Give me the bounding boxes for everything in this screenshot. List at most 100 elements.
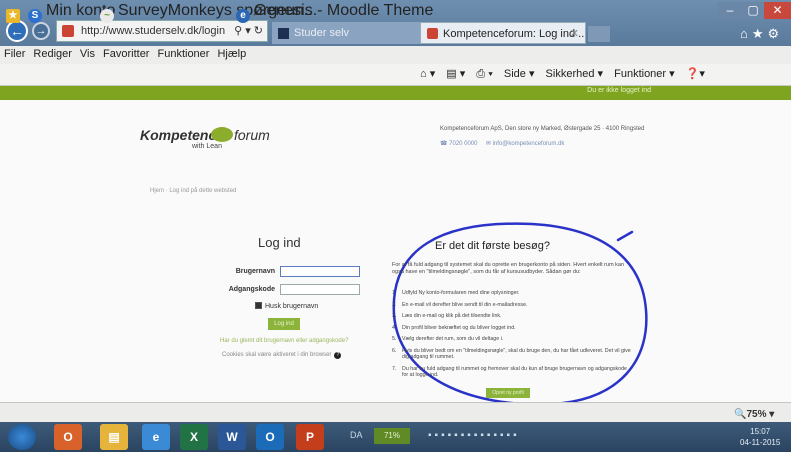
menu-hjaelp[interactable]: Hjælp bbox=[213, 46, 250, 60]
cmd-funktioner[interactable]: Funktioner ▾ bbox=[614, 68, 675, 80]
phone-number: 7020 0000 bbox=[449, 141, 478, 147]
minimize-button[interactable]: – bbox=[718, 2, 742, 19]
step-number: 4. bbox=[392, 324, 397, 331]
zoom-value: 75% bbox=[746, 409, 767, 420]
step-number: 3. bbox=[392, 313, 397, 319]
step-number: 7. bbox=[392, 365, 397, 372]
email-link[interactable]: info@kompetenceforum.dk bbox=[493, 141, 565, 147]
excel-icon[interactable]: X bbox=[180, 424, 208, 450]
menu-rediger[interactable]: Rediger bbox=[29, 46, 76, 60]
first-visit-steps: 1. Udfyld Ny konto-formularen med dine op… bbox=[392, 290, 632, 384]
step-text: Du har nu fuld adgang til rummet og frem… bbox=[402, 365, 627, 379]
home-icon[interactable]: ⌂ ▾ bbox=[420, 68, 435, 80]
list-item: 7. Du har nu fuld adgang til rummet og fr… bbox=[392, 366, 632, 379]
create-account-button[interactable]: Opret ny profil bbox=[486, 388, 530, 398]
step-text: Din profil bliver bekræftet og du bliver… bbox=[402, 324, 516, 331]
outlook-icon[interactable]: O bbox=[256, 424, 284, 450]
internet-explorer-icon[interactable]: e bbox=[142, 424, 170, 450]
clock-date: 04-11-2015 bbox=[740, 438, 781, 447]
start-button-icon[interactable] bbox=[8, 424, 36, 450]
site-favicon-icon bbox=[427, 28, 438, 39]
forgot-password-link[interactable]: Har du glemt dit brugernavn eller adgang… bbox=[220, 338, 348, 344]
cmd-sikkerhed[interactable]: Sikkerhed ▾ bbox=[546, 68, 604, 80]
logo-tagline: with Lean bbox=[192, 143, 222, 150]
surveymonkey-icon: ~ bbox=[100, 9, 114, 23]
first-visit-intro: For at få fuld adgang til systemet skal … bbox=[392, 262, 625, 275]
help-icon[interactable]: ❓▾ bbox=[686, 68, 705, 80]
step-text: Læs din e-mail og klik på det tilsendte … bbox=[402, 313, 502, 319]
search-refresh-icons[interactable]: ⚲ ▾ ↻ bbox=[234, 21, 263, 41]
language-indicator[interactable]: DA bbox=[350, 430, 363, 440]
logo-mark-icon bbox=[211, 127, 233, 142]
step-text: Hvis du bliver bedt om en "tilmeldingsnø… bbox=[402, 347, 631, 361]
ie-page-icon: e bbox=[236, 9, 250, 23]
menu-vis[interactable]: Vis bbox=[76, 46, 99, 60]
tab-label: Studer selv bbox=[294, 27, 350, 39]
password-label: Adgangskode bbox=[228, 286, 275, 293]
home-star-gear-icons[interactable]: ⌂★⚙ bbox=[740, 26, 783, 42]
tab-studer-selv[interactable]: Studer selv bbox=[272, 22, 420, 44]
print-icon[interactable]: ⎙ ▾ bbox=[476, 68, 492, 80]
fav-label: Genesis - Moodle Theme bbox=[254, 2, 434, 19]
site-top-strip: Du er ikke logget ind bbox=[0, 86, 791, 100]
list-item: 5. Vælg derefter det rum, som du vil delt… bbox=[392, 336, 632, 343]
office-icon[interactable]: O bbox=[54, 424, 82, 450]
login-button[interactable]: Log ind bbox=[268, 318, 300, 330]
help-icon[interactable]: ? bbox=[334, 352, 342, 359]
list-item: 4. Din profil bliver bekræftet og du bliv… bbox=[392, 325, 632, 332]
menu-bar: Filer Rediger Vis Favoritter Funktioner Hjælp bbox=[0, 46, 791, 64]
company-address: Kompetenceforum ApS, Den store ny Marked… bbox=[440, 126, 645, 132]
file-explorer-icon[interactable]: ▤ bbox=[100, 424, 128, 450]
username-label: Brugernavn bbox=[235, 268, 275, 275]
list-item: 6. Hvis du bliver bedt om en "tilmeldings… bbox=[392, 348, 632, 361]
remember-checkbox[interactable] bbox=[255, 302, 262, 309]
step-number: 6. bbox=[392, 347, 397, 354]
tab-label: Kompetenceforum: Log ind ... bbox=[443, 28, 586, 40]
cmd-side[interactable]: Side ▾ bbox=[504, 68, 535, 80]
email-icon: ✉ bbox=[485, 141, 491, 147]
taskbar-clock[interactable]: 15:07 04-11-2015 bbox=[740, 426, 780, 448]
zoom-icon: 🔍 bbox=[734, 409, 747, 420]
cookies-notice: Cookies skal være aktiveret i din browse… bbox=[222, 352, 342, 359]
first-visit-title: Er det dit første besøg? bbox=[435, 240, 550, 252]
kompetenceforum-logo[interactable]: Kompetence forum with Lean bbox=[140, 125, 290, 165]
forward-arrow-icon[interactable]: → bbox=[32, 22, 50, 40]
clock-time: 15:07 bbox=[750, 427, 771, 436]
new-tab-button[interactable] bbox=[588, 26, 610, 42]
list-item: 2. En e-mail vil derefter blive sendt til… bbox=[392, 302, 632, 309]
step-number: 1. bbox=[392, 290, 397, 296]
step-number: 2. bbox=[392, 301, 397, 308]
zoom-level[interactable]: 🔍75% ▾ bbox=[734, 409, 774, 420]
list-item: 1. Udfyld Ny konto-formularen med dine op… bbox=[392, 290, 632, 297]
s-icon: S bbox=[28, 9, 42, 23]
step-text: En e-mail vil derefter blive sendt til d… bbox=[402, 301, 528, 308]
word-icon[interactable]: W bbox=[218, 424, 246, 450]
menu-favoritter[interactable]: Favoritter bbox=[99, 46, 153, 60]
cookies-text: Cookies skal være aktiveret i din browse… bbox=[222, 352, 332, 358]
maximize-button[interactable]: ▢ bbox=[742, 2, 764, 19]
step-text: Udfyld Ny konto-formularen med dine oply… bbox=[402, 290, 520, 296]
powerpoint-icon[interactable]: P bbox=[296, 424, 324, 450]
favorites-star-icon[interactable]: ★ bbox=[6, 3, 24, 23]
close-tab-icon[interactable]: ✕ bbox=[570, 23, 579, 43]
contact-info: Kompetenceforum ApS, Den store ny Marked… bbox=[440, 126, 670, 147]
tab-kompetenceforum[interactable]: Kompetenceforum: Log ind ... ✕ bbox=[420, 22, 586, 44]
feeds-icon[interactable]: ▤ ▾ bbox=[446, 68, 465, 80]
breadcrumb[interactable]: Hjem · Log ind på dette websted bbox=[150, 188, 236, 194]
system-tray-icons[interactable]: ▪▪▪▪▪▪▪▪▪▪▪▪▪▪ bbox=[428, 430, 520, 441]
address-bar[interactable]: http://www.studerselv.dk/login ⚲ ▾ ↻ bbox=[56, 20, 268, 42]
password-input[interactable] bbox=[280, 284, 360, 295]
menu-funktioner[interactable]: Funktioner bbox=[153, 46, 213, 60]
menu-filer[interactable]: Filer bbox=[0, 46, 29, 60]
site-favicon-icon bbox=[62, 25, 74, 37]
remember-username[interactable]: Husk brugernavn bbox=[255, 302, 318, 310]
logo-text-right: forum bbox=[234, 127, 270, 143]
username-input[interactable] bbox=[280, 266, 360, 277]
login-status: Du er ikke logget ind bbox=[587, 87, 651, 94]
close-window-button[interactable]: ✕ bbox=[764, 2, 791, 19]
fav-genesis[interactable]: e Genesis - Moodle Theme bbox=[236, 2, 434, 23]
battery-indicator[interactable]: 71% bbox=[374, 428, 410, 444]
phone-icon: ☎ bbox=[440, 141, 448, 147]
command-bar: ⌂ ▾ ▤ ▾ ⎙ ▾ Side ▾ Sikkerhed ▾ Funktione… bbox=[420, 67, 713, 81]
back-arrow-icon[interactable]: ← bbox=[6, 20, 28, 42]
